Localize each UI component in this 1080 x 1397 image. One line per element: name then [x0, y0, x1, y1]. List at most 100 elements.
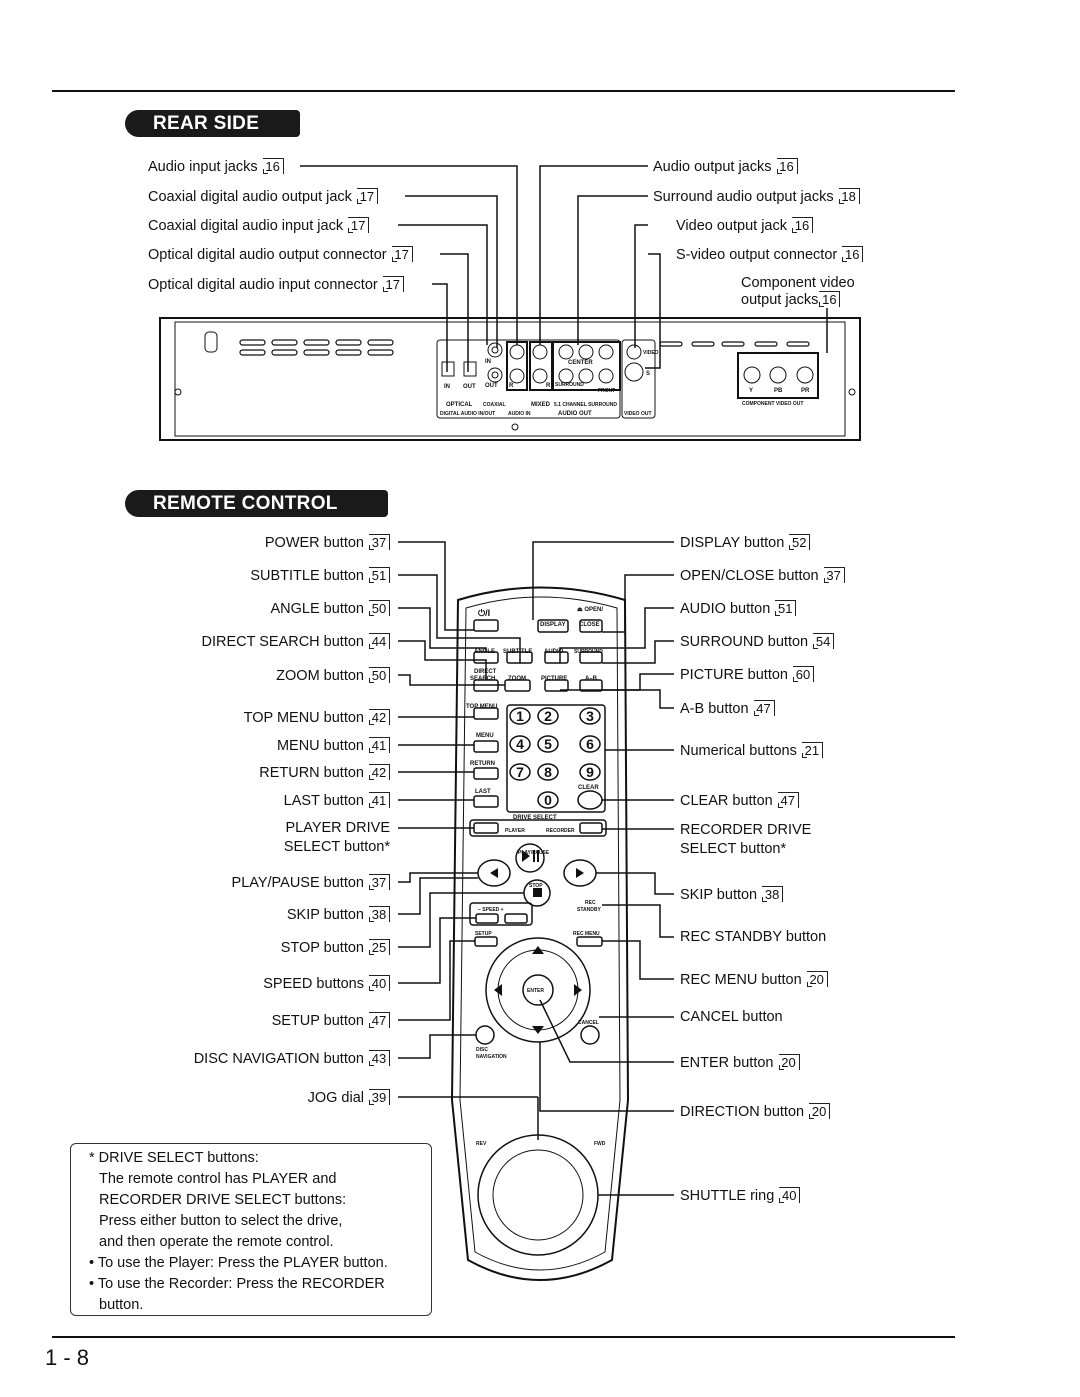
label-text: DIRECT SEARCH button [201, 634, 364, 650]
coaxial-label: COAXIAL [483, 402, 506, 408]
label-text: SURROUND button [680, 634, 809, 650]
page-ref: 20 [806, 971, 828, 987]
page-ref: 42 [369, 764, 390, 780]
remote-label-left: RETURN button 42 [259, 764, 390, 782]
page-ref: 44 [369, 633, 390, 649]
label-text: CLEAR button [680, 793, 773, 809]
page-ref: 25 [369, 939, 390, 955]
key-4: 4 [516, 736, 524, 752]
remote-label-right: SHUTTLE ring 40 [680, 1187, 801, 1205]
y-label: Y [749, 388, 753, 394]
standby-key-label: STANDBY [577, 907, 601, 913]
label-text: PICTURE button [680, 667, 788, 683]
power-key-label: ⏻/I [478, 608, 490, 618]
page-ref: 51 [369, 567, 390, 583]
remote-leader-lines [398, 541, 674, 1196]
remote-label-right: OPEN/CLOSE button 37 [680, 567, 845, 585]
cancel-key-label: CANCEL [578, 1020, 599, 1026]
rear-panel-labels: IN OUT IN OUT R R CENTER SURROUND FRONT … [440, 350, 810, 417]
page-ref: 60 [793, 666, 814, 682]
navigation-key-label: NAVIGATION [476, 1054, 507, 1060]
remote-label-right: DISPLAY button 52 [680, 534, 811, 552]
remote-label-right: A-B button 47 [680, 700, 775, 718]
note-line: Press either button to select the drive, [99, 1213, 343, 1229]
remote-label-left: PLAY/PAUSE button 37 [232, 874, 390, 892]
key-8: 8 [544, 764, 552, 780]
rec-menu-key-label: REC MENU [573, 931, 600, 937]
page-ref: 50 [369, 667, 390, 683]
zoom-key-label: ZOOM [508, 676, 526, 682]
s-video-label: S [646, 371, 650, 377]
label-text: DISC NAVIGATION button [193, 1051, 364, 1067]
remote-label-left: JOG dial 39 [308, 1089, 390, 1107]
optical-out-label: OUT [463, 384, 476, 390]
label-optical-out: Optical digital audio output connector 17 [148, 246, 413, 264]
label-text: SPEED buttons [263, 976, 364, 992]
label-text: DISPLAY button [680, 535, 785, 551]
remote-label-right: ENTER button 20 [680, 1054, 800, 1072]
label-text: ZOOM button [276, 668, 364, 684]
remote-glyphs [490, 850, 584, 1034]
label-text: LAST button [283, 793, 364, 809]
label-text: RETURN button [259, 765, 364, 781]
manual-page: REAR SIDE REMOTE CONTROL IN OUT IN OUT R… [0, 0, 1080, 1397]
label-s-video: S-video output connector 16 [676, 246, 864, 264]
subtitle-key-label: SUBTITLE [503, 649, 532, 655]
page-ref: 52 [789, 534, 811, 550]
key-7: 7 [516, 764, 524, 780]
audio-in-label: AUDIO IN [508, 411, 531, 417]
remote-label-right: REC MENU button 20 [680, 971, 828, 989]
disc-key-label: DISC [476, 1047, 488, 1053]
remote-label-left: DIRECT SEARCH button 44 [201, 633, 390, 651]
label-text: POWER button [264, 535, 364, 551]
coax-out-label: OUT [485, 383, 498, 389]
ab-key-label: A–B [585, 676, 598, 682]
page-ref: 17 [382, 276, 404, 292]
page-ref: 18 [838, 188, 860, 204]
note-line: • To use the Recorder: Press the RECORDE… [89, 1276, 385, 1292]
page-ref: 21 [801, 742, 823, 758]
remote-label-right: DIRECTION button 20 [680, 1103, 831, 1121]
page-ref: 38 [762, 886, 784, 902]
label-text: SHUTTLE ring [680, 1188, 775, 1204]
video-label: VIDEO [643, 350, 659, 356]
surround-label: SURROUND [555, 382, 584, 388]
page-ref: 47 [369, 1012, 390, 1028]
return-key-label: RETURN [470, 761, 495, 767]
note-line: The remote control has PLAYER and [99, 1171, 337, 1187]
stop-key-label: STOP [529, 883, 543, 889]
pb-label: PB [774, 388, 783, 394]
page-ref: 50 [369, 600, 390, 616]
page-ref: 17 [348, 217, 370, 233]
label-coax-digital-out: Coaxial digital audio output jack 17 [148, 188, 378, 206]
label-text: OPEN/CLOSE button [680, 568, 819, 584]
clear-key-label: CLEAR [578, 785, 599, 791]
player-key-label: PLAYER [505, 828, 525, 834]
note-line: button. [99, 1297, 144, 1313]
drive-select-label: DRIVE SELECT [513, 815, 557, 821]
pr-label: PR [801, 388, 810, 394]
label-text: PLAY/PAUSE button [231, 875, 364, 891]
mixed-r-label: R [546, 383, 551, 389]
key-0: 0 [544, 792, 552, 808]
label-coax-digital-in: Coaxial digital audio input jack 17 [148, 217, 370, 235]
label-text: SKIP button [286, 907, 364, 923]
label-text: CANCEL button [680, 1009, 783, 1025]
label-text: TOP MENU button [243, 710, 364, 726]
remote-label-right: AUDIO button 51 [680, 600, 797, 618]
label-surround-output: Surround audio output jacks 18 [653, 188, 860, 206]
page-ref: 16 [791, 217, 813, 233]
note-line: and then operate the remote control. [99, 1234, 334, 1250]
remote-label-right: CLEAR button 47 [680, 792, 799, 810]
rec-key-label: REC [585, 900, 596, 906]
label-audio-output-jacks: Audio output jacks 16 [653, 158, 798, 176]
remote-key-labels: ⏻/I DISPLAY ⏏ OPEN/ CLOSE ANGLE SUBTITLE… [466, 607, 606, 1147]
page-ref: 20 [809, 1103, 831, 1119]
remote-label-left: POWER button 37 [265, 534, 390, 552]
label-text: AUDIO button [680, 601, 771, 617]
label-text: ANGLE button [270, 601, 365, 617]
picture-key-label: PICTURE [541, 676, 567, 682]
page-ref: 41 [369, 737, 390, 753]
rev-label: REV [476, 1141, 487, 1147]
note-line: * DRIVE SELECT buttons: [89, 1150, 259, 1166]
